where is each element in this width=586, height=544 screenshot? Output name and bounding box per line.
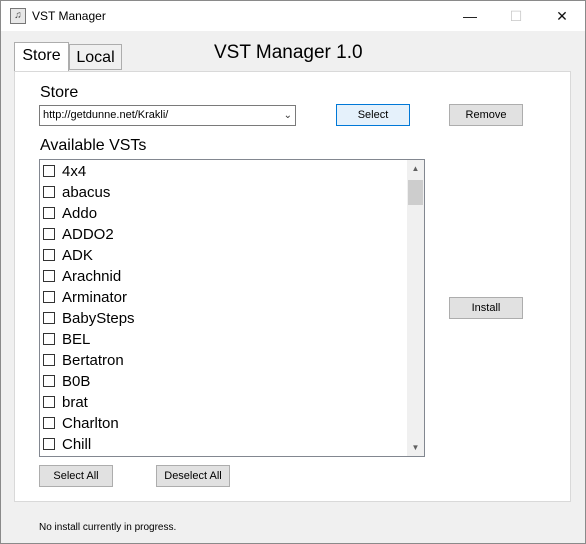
- list-item-label: Arachnid: [62, 268, 122, 285]
- available-vsts-list[interactable]: 4x4 abacus Addo ADDO2 ADK Arachnid Armin…: [39, 159, 425, 457]
- list-item[interactable]: Chill: [42, 434, 402, 455]
- list-item-label: Addo: [62, 205, 98, 222]
- checkbox[interactable]: [43, 375, 55, 387]
- checkbox[interactable]: [43, 186, 55, 198]
- store-url-dropdown[interactable]: http://getdunne.net/Krakli/ ⌄: [39, 105, 296, 126]
- list-item-label: Charlton: [62, 415, 119, 432]
- list-item[interactable]: ADK: [42, 245, 402, 266]
- checkbox[interactable]: [43, 354, 55, 366]
- store-url-value: http://getdunne.net/Krakli/: [43, 109, 169, 121]
- list-item-label: BabySteps: [62, 310, 135, 327]
- checkbox[interactable]: [43, 417, 55, 429]
- list-item[interactable]: brat: [42, 392, 402, 413]
- vertical-scrollbar[interactable]: ▲ ▼: [407, 160, 424, 456]
- store-label: Store: [40, 84, 79, 101]
- vst-manager-window: ♫ VST Manager — ☐ ✕ Store Local VST Mana…: [0, 0, 586, 544]
- checkbox[interactable]: [43, 438, 55, 450]
- deselect-all-button[interactable]: Deselect All: [156, 465, 230, 487]
- checkbox[interactable]: [43, 228, 55, 240]
- list-item[interactable]: Charlton: [42, 413, 402, 434]
- music-note-icon: ♫: [10, 8, 26, 24]
- list-item[interactable]: abacus: [42, 182, 402, 203]
- list-item[interactable]: Bertatron: [42, 350, 402, 371]
- list-item-label: Bertatron: [62, 352, 124, 369]
- list-item-label: BEL: [62, 331, 91, 348]
- checkbox[interactable]: [43, 333, 55, 345]
- checkbox[interactable]: [43, 396, 55, 408]
- list-item-label: Chill: [62, 436, 92, 453]
- list-item-label: ADK: [62, 247, 93, 264]
- chevron-down-icon: ⌄: [283, 110, 292, 121]
- status-text: No install currently in progress.: [39, 522, 177, 533]
- available-vsts-label: Available VSTs: [40, 137, 147, 154]
- list-item[interactable]: Addo: [42, 203, 402, 224]
- page-title: VST Manager 1.0: [214, 42, 363, 63]
- checkbox[interactable]: [43, 312, 55, 324]
- list-item-label: 4x4: [62, 163, 87, 180]
- remove-button[interactable]: Remove: [449, 104, 523, 126]
- list-item[interactable]: Arachnid: [42, 266, 402, 287]
- title-bar[interactable]: ♫ VST Manager — ☐ ✕: [1, 1, 585, 31]
- minimize-button[interactable]: —: [447, 1, 493, 31]
- list-item-label: abacus: [62, 184, 111, 201]
- checkbox[interactable]: [43, 165, 55, 177]
- list-item-label: ADDO2: [62, 226, 114, 243]
- list-item[interactable]: BEL: [42, 329, 402, 350]
- checkbox[interactable]: [43, 291, 55, 303]
- list-item-label: B0B: [62, 373, 91, 390]
- scroll-down-icon[interactable]: ▼: [407, 439, 424, 456]
- select-button[interactable]: Select: [336, 104, 410, 126]
- list-item[interactable]: ADDO2: [42, 224, 402, 245]
- install-button[interactable]: Install: [449, 297, 523, 319]
- scrollbar-thumb[interactable]: [408, 180, 423, 205]
- list-item[interactable]: B0B: [42, 371, 402, 392]
- list-item[interactable]: 4x4: [42, 161, 402, 182]
- list-item[interactable]: BabySteps: [42, 308, 402, 329]
- window-title: VST Manager: [32, 9, 106, 23]
- scroll-up-icon[interactable]: ▲: [407, 160, 424, 177]
- tab-local[interactable]: Local: [69, 44, 122, 70]
- close-button[interactable]: ✕: [539, 1, 585, 31]
- checkbox[interactable]: [43, 207, 55, 219]
- list-item[interactable]: Arminator: [42, 287, 402, 308]
- list-item-label: Arminator: [62, 289, 128, 306]
- tab-store[interactable]: Store: [14, 42, 69, 71]
- maximize-button[interactable]: ☐: [493, 1, 539, 31]
- checkbox[interactable]: [43, 270, 55, 282]
- select-all-button[interactable]: Select All: [39, 465, 113, 487]
- list-item-label: brat: [62, 394, 88, 411]
- checkbox[interactable]: [43, 249, 55, 261]
